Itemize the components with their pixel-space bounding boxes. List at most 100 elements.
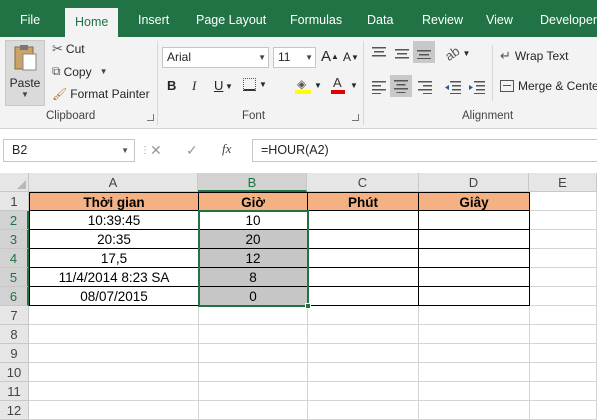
table-cell[interactable]: 10 xyxy=(199,211,308,230)
empty-cell[interactable] xyxy=(199,401,308,420)
tab-page-layout[interactable]: Page Layout xyxy=(196,0,266,37)
table-cell[interactable] xyxy=(419,211,530,230)
clipboard-launcher-icon[interactable] xyxy=(147,114,154,121)
empty-cell[interactable] xyxy=(29,363,199,382)
tab-data[interactable]: Data xyxy=(367,0,393,37)
cut-button[interactable]: ✂ Cut xyxy=(52,41,85,57)
font-launcher-icon[interactable] xyxy=(352,114,359,121)
empty-cell[interactable] xyxy=(29,325,199,344)
table-header-cell[interactable]: Thời gian xyxy=(29,192,199,211)
borders-icon[interactable]: ▼ xyxy=(243,78,267,91)
empty-cell[interactable] xyxy=(530,344,597,363)
align-right-icon[interactable] xyxy=(418,80,432,94)
tab-home[interactable]: Home xyxy=(65,8,119,37)
empty-cell[interactable] xyxy=(308,363,419,382)
font-color-icon[interactable]: A ▼ xyxy=(331,75,358,94)
empty-cell[interactable] xyxy=(199,325,308,344)
empty-cell[interactable] xyxy=(308,325,419,344)
paste-button[interactable]: Paste ▼ xyxy=(5,40,45,106)
row-header[interactable]: 4 xyxy=(0,249,29,268)
row-header[interactable]: 2 xyxy=(0,211,29,230)
column-header-d[interactable]: D xyxy=(419,173,529,192)
table-cell[interactable] xyxy=(419,230,530,249)
empty-cell[interactable] xyxy=(419,363,530,382)
table-cell[interactable] xyxy=(308,249,419,268)
empty-cell[interactable] xyxy=(530,211,597,230)
empty-cell[interactable] xyxy=(29,382,199,401)
table-cell[interactable]: 10:39:45 xyxy=(29,211,199,230)
insert-function-icon[interactable]: fx xyxy=(222,141,231,157)
font-size-select[interactable]: 11 ▼ xyxy=(273,47,316,68)
table-cell[interactable] xyxy=(308,211,419,230)
table-cell[interactable] xyxy=(308,230,419,249)
table-cell[interactable]: 08/07/2015 xyxy=(29,287,199,306)
table-cell[interactable]: 20:35 xyxy=(29,230,199,249)
tab-review[interactable]: Review xyxy=(422,0,463,37)
table-header-cell[interactable]: Giây xyxy=(419,192,530,211)
table-header-cell[interactable]: Phút xyxy=(308,192,419,211)
empty-cell[interactable] xyxy=(419,401,530,420)
row-header[interactable]: 9 xyxy=(0,344,29,363)
empty-cell[interactable] xyxy=(530,363,597,382)
format-painter-button[interactable]: 🖌 Format Painter xyxy=(52,87,150,101)
underline-button[interactable]: U xyxy=(214,78,223,93)
enter-icon[interactable]: ✓ xyxy=(186,142,198,159)
empty-cell[interactable] xyxy=(419,325,530,344)
bold-button[interactable]: B xyxy=(167,78,176,93)
table-cell[interactable] xyxy=(419,249,530,268)
column-header-e[interactable]: E xyxy=(529,173,597,192)
empty-cell[interactable] xyxy=(308,401,419,420)
column-header-b[interactable]: B xyxy=(198,173,307,192)
empty-cell[interactable] xyxy=(29,401,199,420)
select-all-corner[interactable] xyxy=(0,173,29,192)
row-header[interactable]: 12 xyxy=(0,401,29,420)
cancel-icon[interactable]: ✕ xyxy=(150,142,162,159)
table-cell[interactable] xyxy=(419,287,530,306)
row-header[interactable]: 5 xyxy=(0,268,29,287)
font-name-select[interactable]: Arial ▼ xyxy=(162,47,269,68)
align-left-icon[interactable] xyxy=(372,80,386,94)
empty-cell[interactable] xyxy=(530,382,597,401)
column-header-a[interactable]: A xyxy=(29,173,198,192)
name-box[interactable]: B2 ▼ xyxy=(3,139,135,162)
fill-handle[interactable] xyxy=(305,303,311,309)
empty-cell[interactable] xyxy=(530,249,597,268)
fill-color-icon[interactable]: ◈ ▼ xyxy=(295,76,322,94)
empty-cell[interactable] xyxy=(530,287,597,306)
table-cell[interactable]: 0 xyxy=(199,287,308,306)
empty-cell[interactable] xyxy=(530,306,597,325)
empty-cell[interactable] xyxy=(419,344,530,363)
empty-cell[interactable] xyxy=(530,268,597,287)
empty-cell[interactable] xyxy=(419,306,530,325)
merge-center-button[interactable]: Merge & Center xyxy=(500,79,597,93)
empty-cell[interactable] xyxy=(29,306,199,325)
copy-button[interactable]: ⧉ Copy ▼ xyxy=(52,64,108,79)
empty-cell[interactable] xyxy=(29,344,199,363)
row-header[interactable]: 7 xyxy=(0,306,29,325)
empty-cell[interactable] xyxy=(199,363,308,382)
row-header[interactable]: 3 xyxy=(0,230,29,249)
increase-indent-icon[interactable] xyxy=(469,80,485,94)
tab-file[interactable]: File xyxy=(20,0,40,37)
formula-input[interactable]: =HOUR(A2) xyxy=(252,139,597,162)
table-cell[interactable] xyxy=(308,287,419,306)
empty-cell[interactable] xyxy=(530,192,597,211)
empty-cell[interactable] xyxy=(308,344,419,363)
chevron-down-icon[interactable]: ▼ xyxy=(225,82,233,91)
align-middle-icon[interactable] xyxy=(395,46,409,60)
table-cell[interactable]: 20 xyxy=(199,230,308,249)
italic-button[interactable]: I xyxy=(192,78,196,94)
empty-cell[interactable] xyxy=(530,230,597,249)
column-header-c[interactable]: C xyxy=(307,173,419,192)
table-cell[interactable] xyxy=(308,268,419,287)
empty-cell[interactable] xyxy=(199,344,308,363)
worksheet-grid[interactable]: A B C D E 1 2 3 4 5 6 7 8 9 10 11 12 Thờ… xyxy=(0,173,597,420)
empty-cell[interactable] xyxy=(199,306,308,325)
empty-cell[interactable] xyxy=(530,325,597,344)
row-header[interactable]: 1 xyxy=(0,192,29,211)
tab-insert[interactable]: Insert xyxy=(138,0,169,37)
tab-view[interactable]: View xyxy=(486,0,513,37)
row-header[interactable]: 11 xyxy=(0,382,29,401)
row-header[interactable]: 10 xyxy=(0,363,29,382)
table-cell[interactable]: 17,5 xyxy=(29,249,199,268)
